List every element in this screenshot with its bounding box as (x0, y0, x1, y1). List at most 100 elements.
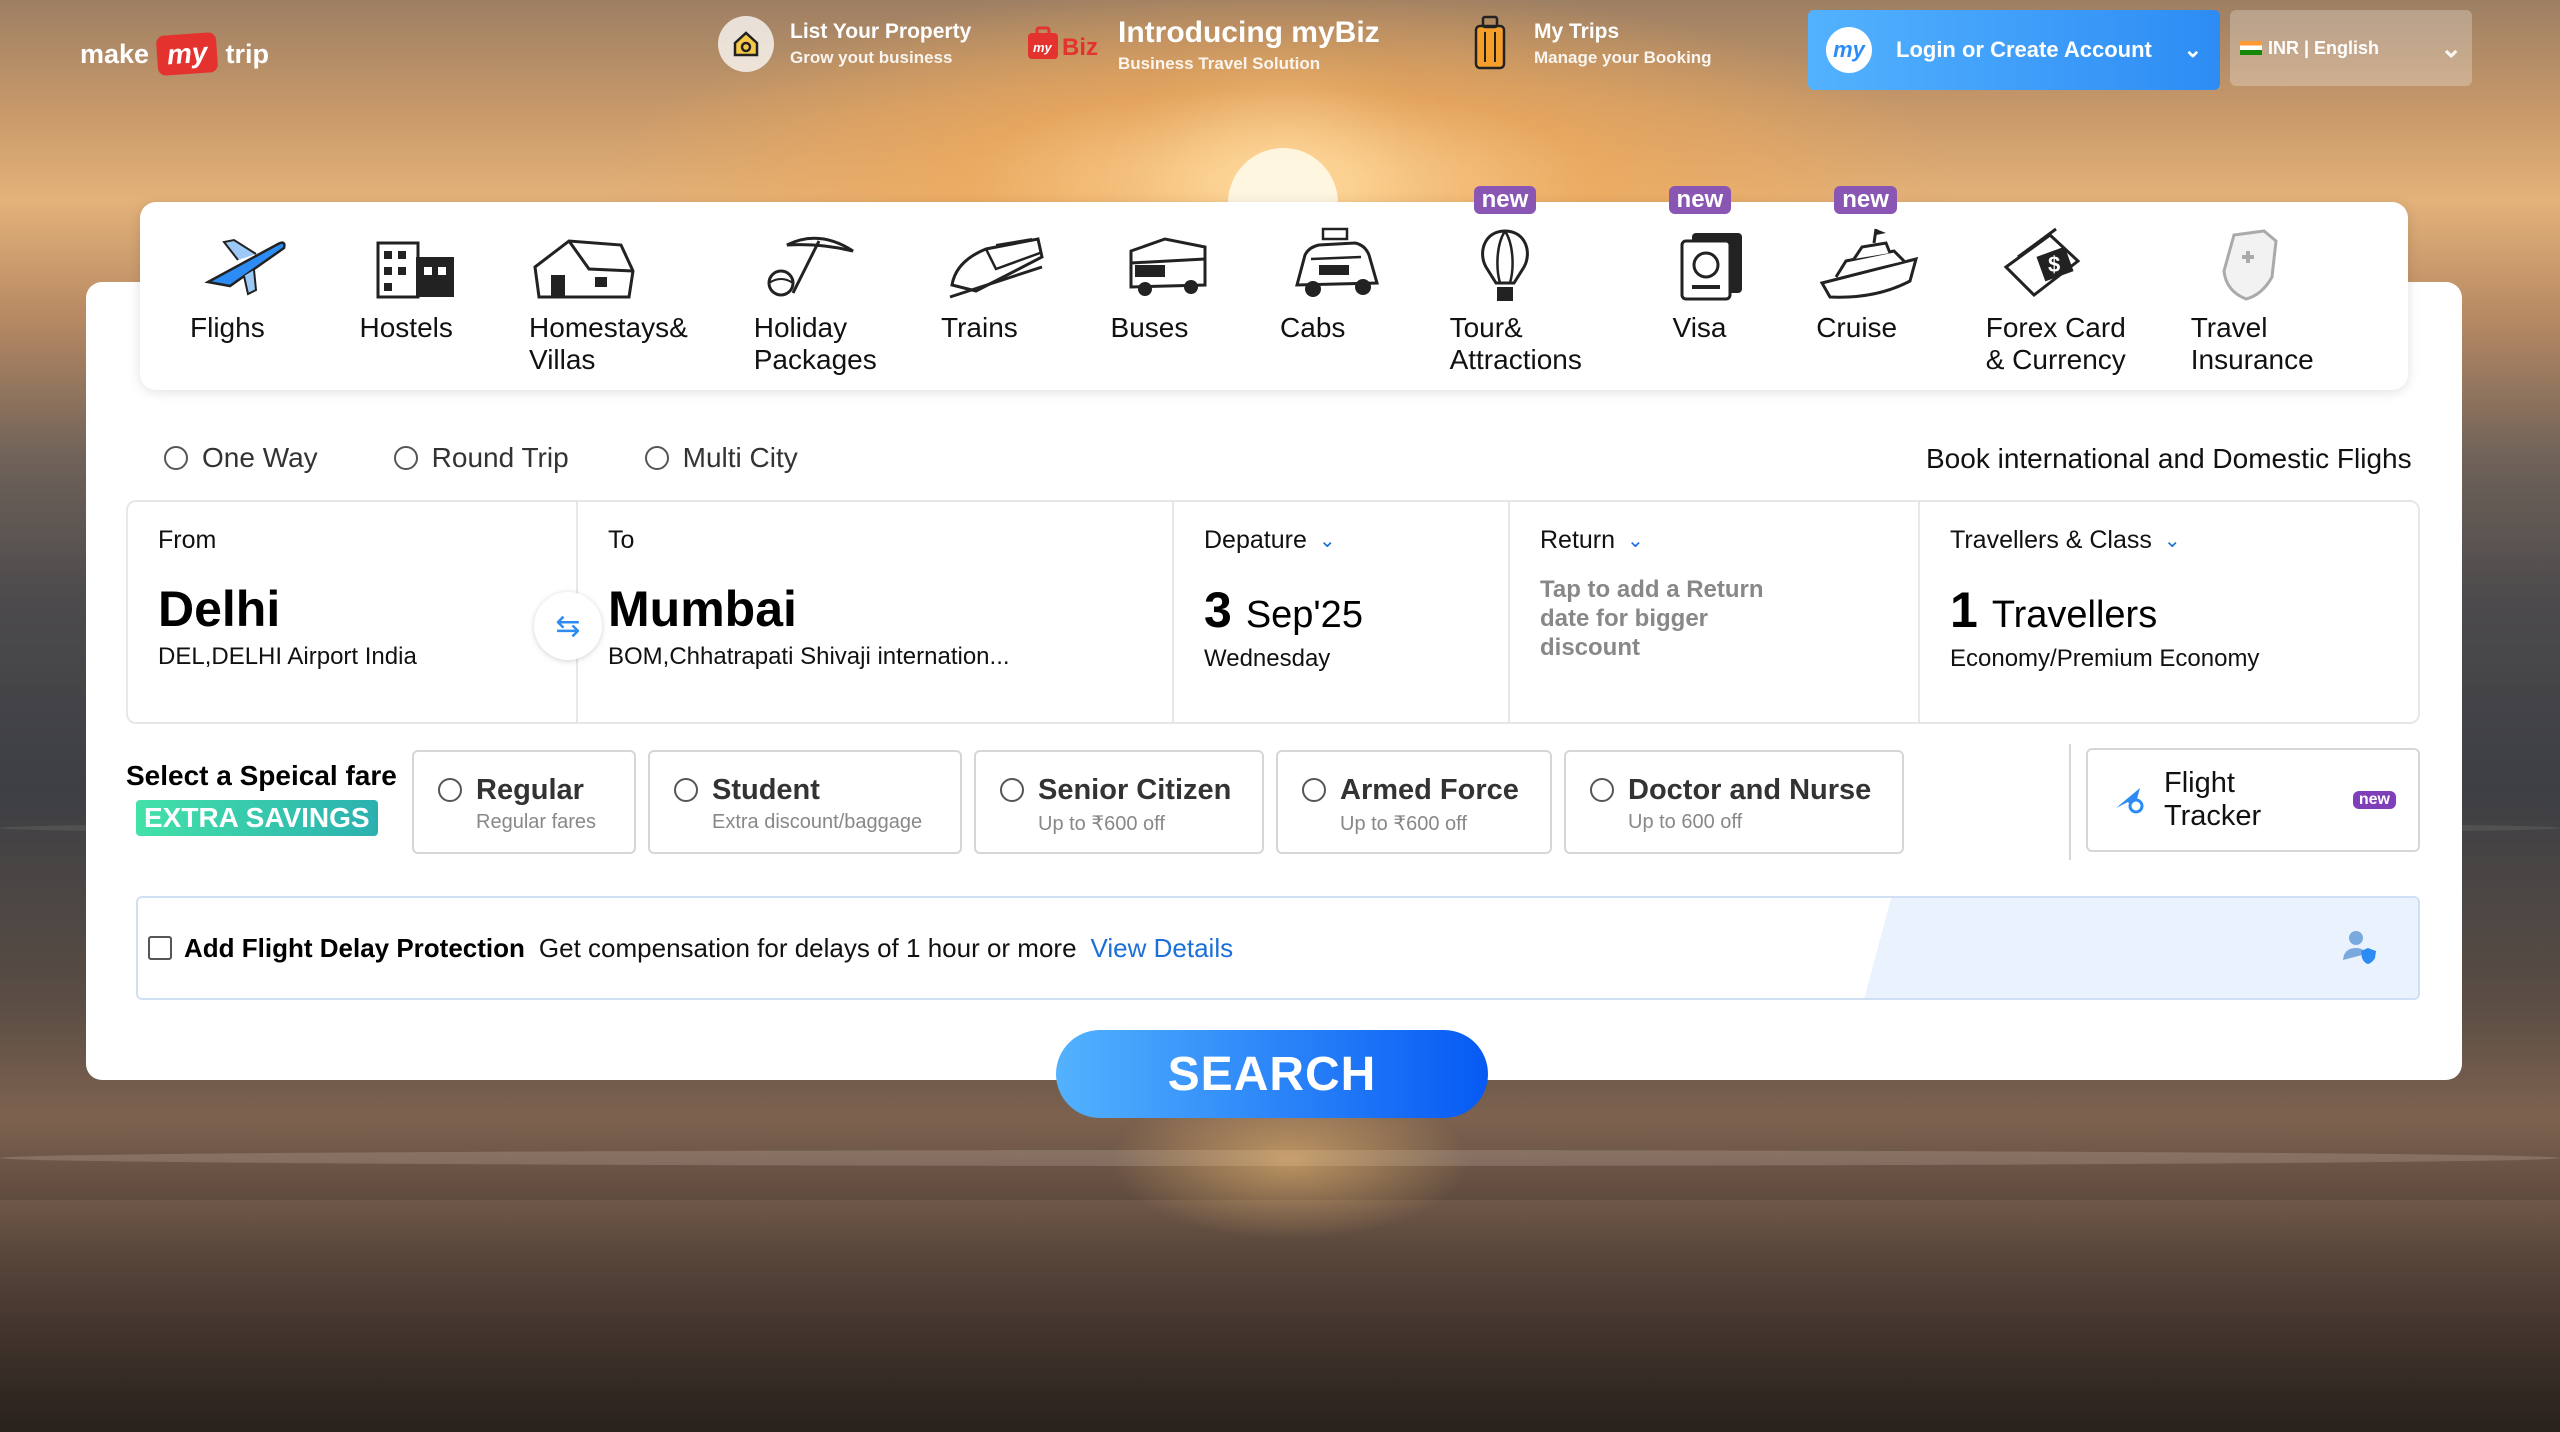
from-field[interactable]: From Delhi DEL,DELHI Airport India (128, 502, 578, 722)
trip-type-label: Round Trip (431, 442, 569, 473)
travellers-unit: Travellers (1991, 594, 2158, 636)
nav-item-flights[interactable]: Flighs (190, 202, 360, 390)
list-property-link[interactable]: List Your Property Grow yout business (718, 16, 971, 72)
trip-type-label: Multi City (682, 442, 798, 473)
divider (2069, 744, 2071, 860)
cruise-ship-icon (1816, 220, 1926, 310)
nav-label: Tour& Attractions (1449, 312, 1582, 375)
radio-button[interactable] (644, 446, 669, 470)
logo-my: my (155, 31, 219, 77)
search-button[interactable]: SEARCH (1056, 1030, 1488, 1118)
departure-label: Depature (1204, 526, 1307, 554)
forex-card-icon: $ (1986, 220, 2096, 310)
special-fare-title: Select a Speical fare (126, 760, 397, 791)
list-property-title: List Your Property (790, 20, 972, 43)
makemytrip-logo[interactable]: make my trip (80, 31, 269, 77)
nav-item-trains[interactable]: Trains (941, 202, 1111, 390)
chevron-down-icon: ⌄ (2163, 530, 2181, 552)
radio-button[interactable] (1302, 778, 1326, 802)
view-details-link[interactable]: View Details (1091, 933, 1234, 964)
radio-button[interactable] (164, 446, 188, 470)
radio-button[interactable] (1000, 778, 1024, 802)
login-button[interactable]: my Login or Create Account ⌄ (1808, 10, 2220, 90)
nav-item-tours[interactable]: new Tour& Attractions (1449, 186, 1657, 390)
special-fare-heading: Select a Speical fare EXTRA SAVINGS (126, 760, 397, 836)
product-nav: Flighs Hostels Homestays& Villas Holiday… (140, 186, 2408, 390)
house-icon (529, 220, 639, 310)
logo-make: make (80, 38, 150, 69)
travellers-label: Travellers & Class (1950, 526, 2152, 554)
plane-icon (190, 220, 300, 310)
india-flag-icon (2240, 41, 2262, 55)
fare-option-doctor-nurse[interactable]: Doctor and Nurse Up to 600 off (1564, 750, 1904, 854)
departure-month-year: Sep'25 (1245, 594, 1363, 636)
to-airport: BOM,Chhatrapati Shivaji internation... (608, 643, 1010, 670)
mybiz-link[interactable]: my Biz Introducing myBiz Business Travel … (1026, 16, 1380, 74)
nav-item-homestays[interactable]: Homestays& Villas (529, 202, 754, 390)
new-badge: new (1473, 186, 1537, 214)
fare-option-student[interactable]: Student Extra discount/baggage (648, 750, 962, 854)
nav-item-buses[interactable]: Buses (1111, 202, 1281, 390)
radio-button[interactable] (438, 778, 462, 802)
to-city: Mumbai (608, 581, 797, 637)
from-label: From (158, 526, 217, 554)
nav-item-hostels[interactable]: Hostels (360, 202, 530, 390)
nav-item-cruise[interactable]: new Cruise (1816, 186, 1986, 390)
delay-protection-checkbox[interactable] (148, 936, 172, 960)
departure-field[interactable]: Depature ⌄ 3 Sep'25 Wednesday (1174, 502, 1510, 722)
trip-type-multi-city[interactable]: Multi City (644, 442, 798, 474)
login-label: Login or Create Account (1896, 37, 2152, 62)
delay-protection-text: Get compensation for delays of 1 hour or… (538, 932, 1077, 963)
nav-label: Cruise (1816, 312, 1898, 343)
nav-item-cabs[interactable]: Cabs (1280, 202, 1450, 390)
nav-item-forex[interactable]: $ Forex Card & Currency (1986, 202, 2191, 390)
nav-item-holiday-packages[interactable]: Holiday Packages (754, 202, 941, 390)
radio-button[interactable] (674, 778, 698, 802)
radio-button[interactable] (393, 446, 418, 470)
return-field[interactable]: Return ⌄ Tap to add a Return date for bi… (1510, 502, 1920, 722)
currency-language-selector[interactable]: INR | English ⌄ (2230, 10, 2472, 86)
nav-label: Visa (1672, 312, 1727, 343)
hostel-icon (360, 220, 470, 310)
radio-button[interactable] (1590, 778, 1614, 802)
nav-item-visa[interactable]: new Visa (1657, 186, 1817, 390)
flight-tracker-label: Flight Tracker (2164, 767, 2262, 832)
trip-type-one-way[interactable]: One Way (164, 442, 318, 474)
booking-caption: Book international and Domestic Flighs (1926, 443, 2412, 474)
trip-type-options: One Way Round Trip Multi City (164, 442, 798, 474)
return-hint: Tap to add a Return date for bigger disc… (1540, 576, 1764, 661)
fare-title: Senior Citizen (1038, 774, 1232, 806)
flight-tracker-icon (2110, 780, 2146, 821)
extra-savings-badge: EXTRA SAVINGS (136, 800, 378, 836)
nav-item-insurance[interactable]: Travel Insurance (2191, 202, 2378, 390)
trip-type-round-trip[interactable]: Round Trip (393, 442, 569, 474)
nav-label: Holiday Packages (753, 312, 877, 375)
fare-option-armed-force[interactable]: Armed Force Up to ₹600 off (1276, 750, 1552, 854)
flight-delay-protection: Add Flight Delay Protection Get compensa… (136, 896, 2420, 1000)
passport-icon (1657, 220, 1767, 310)
flight-tracker-button[interactable]: Flight Tracker new (2086, 748, 2420, 852)
my-trips-link[interactable]: My Trips Manage your Booking (1462, 15, 1712, 72)
bus-icon (1111, 220, 1221, 310)
departure-day: 3 (1204, 582, 1232, 638)
fare-title: Doctor and Nurse (1628, 774, 1872, 806)
fare-option-senior-citizen[interactable]: Senior Citizen Up to ₹600 off (974, 750, 1264, 854)
fare-subtitle: Extra discount/baggage (712, 811, 923, 833)
fare-subtitle: Regular fares (476, 811, 597, 833)
user-shield-icon (2340, 926, 2380, 971)
fare-title: Student (712, 774, 820, 806)
fare-option-regular[interactable]: Regular Regular fares (412, 750, 636, 854)
trip-type-label: One Way (202, 442, 318, 473)
travellers-field[interactable]: Travellers & Class ⌄ 1 Travellers Econom… (1920, 502, 2418, 722)
property-icon (718, 16, 774, 72)
currency-language-label: INR | English (2268, 37, 2380, 58)
fare-subtitle: Up to ₹600 off (1038, 813, 1165, 835)
my-trips-title: My Trips (1534, 20, 1620, 43)
new-badge: new (1834, 186, 1897, 214)
to-field[interactable]: ⇆ To Mumbai BOM,Chhatrapati Shivaji inte… (534, 502, 1174, 722)
mmt-avatar-icon: my (1826, 27, 1872, 73)
nav-label: Homestays& Villas (529, 312, 688, 375)
chevron-down-icon: ⌄ (1318, 530, 1336, 552)
swap-arrows-icon[interactable]: ⇆ (534, 592, 602, 660)
chevron-down-icon: ⌄ (2183, 37, 2202, 62)
